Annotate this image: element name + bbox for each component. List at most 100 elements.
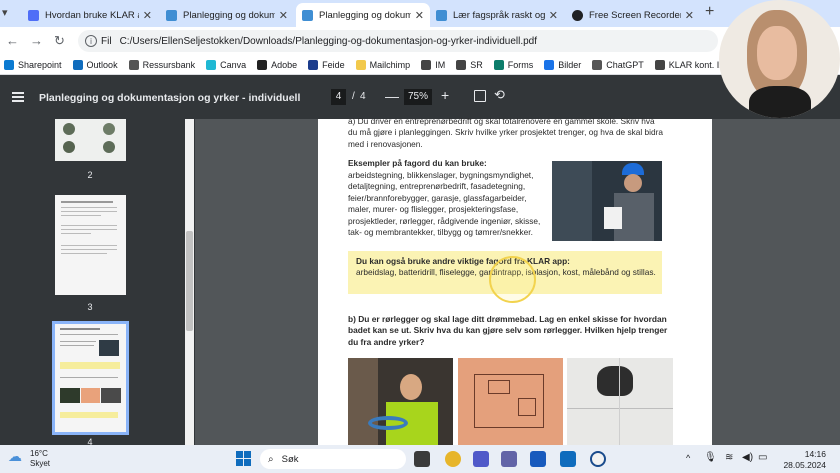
reload-icon[interactable]: ↻	[54, 33, 65, 49]
bookmark-item[interactable]: Sharepoint	[4, 59, 62, 70]
bookmark-item[interactable]: Outlook	[72, 59, 118, 70]
bookmark-label: Adobe	[271, 59, 298, 70]
sketch-photo	[458, 358, 563, 445]
bookmark-favicon-icon	[257, 59, 268, 70]
task-b-text: b) Du er rørlegger og skal lage ditt drø…	[348, 314, 668, 347]
bookmark-item[interactable]: Feide	[308, 59, 345, 70]
bookmark-label: ChatGPT	[606, 59, 644, 70]
url-text[interactable]: C:/Users/EllenSeljestokken/Downloads/Pla…	[120, 36, 537, 47]
chrome-icon[interactable]	[445, 451, 461, 467]
bookmark-item[interactable]: Adobe	[257, 59, 298, 70]
tab-title: Hvordan bruke KLAR app	[45, 9, 139, 21]
plumber-photo	[348, 358, 453, 445]
zoom-out-button[interactable]: —	[385, 88, 399, 104]
bookmark-favicon-icon	[128, 59, 139, 70]
bookmark-favicon-icon	[355, 59, 366, 70]
bookmark-item[interactable]: Bilder	[544, 59, 582, 70]
microphone-icon[interactable]: 🎙	[704, 452, 717, 463]
tab-fagsprak[interactable]: Lær fagspråk raskt og en ✕	[430, 3, 564, 27]
close-icon[interactable]: ✕	[685, 9, 694, 22]
bookmark-item[interactable]: Canva	[206, 59, 247, 70]
thumbnail-label: 2	[87, 170, 93, 180]
weather-desc: Skyet	[30, 459, 51, 468]
tab-title: Planlegging og dokumen	[319, 9, 411, 21]
weather-widget[interactable]: ☁ 16°C Skyet	[8, 449, 50, 469]
cloud-icon: ☁	[8, 448, 22, 464]
bookmark-favicon-icon	[493, 59, 504, 70]
bookmark-favicon-icon	[654, 59, 665, 70]
new-tab-button[interactable]: +	[705, 3, 714, 21]
bookmark-label: IM	[435, 59, 446, 70]
bookmark-favicon-icon	[592, 59, 603, 70]
sidebar-scrollbar[interactable]	[185, 119, 194, 445]
bookmark-label: Canva	[220, 59, 247, 70]
address-bar[interactable]: i Fil C:/Users/EllenSeljestokken/Downloa…	[78, 30, 718, 52]
taskbar-search[interactable]: ⌕ Søk	[260, 449, 406, 469]
chevron-up-icon[interactable]: ^	[686, 453, 690, 463]
zoom-in-button[interactable]: +	[441, 87, 449, 103]
close-icon[interactable]: ✕	[549, 9, 558, 22]
tab-favicon-icon	[166, 9, 177, 21]
thumbnail-page-2[interactable]	[55, 119, 126, 161]
worker-photo	[552, 161, 662, 241]
page-separator: /	[352, 91, 355, 102]
bookmark-item[interactable]: ChatGPT	[592, 59, 644, 70]
task-view-icon[interactable]	[414, 451, 430, 467]
document-title: Planlegging og dokumentasjon og yrker - …	[39, 92, 301, 104]
bookmark-item[interactable]: SR	[456, 59, 483, 70]
bookmark-label: Bilder	[558, 59, 582, 70]
tab-favicon-icon	[436, 9, 447, 21]
scheme-label: Fil	[101, 35, 112, 47]
bookmark-label: Ressursbank	[142, 59, 196, 70]
task-a-text: a) Du driver en entreprenørbedrift og sk…	[348, 116, 663, 149]
weather-temp: 16°C	[30, 449, 48, 458]
thumbnail-page-4-selected[interactable]	[52, 321, 129, 435]
zoom-input[interactable]: 75%	[404, 89, 432, 105]
start-icon[interactable]	[236, 451, 252, 467]
bookmarks-bar: Sharepoint Outlook Ressursbank Canva Adobe Fe…	[0, 55, 840, 75]
pdf-toolbar: Planlegging og dokumentasjon og yrker - …	[0, 75, 840, 119]
bookmark-item[interactable]: Mailchimp	[355, 59, 411, 70]
outlook-icon[interactable]	[560, 451, 576, 467]
screen-recorder-icon[interactable]	[590, 451, 606, 467]
bookmark-label: Mailchimp	[369, 59, 411, 70]
close-icon[interactable]: ✕	[143, 9, 152, 22]
bookmark-label: Forms	[507, 59, 534, 70]
browser-toolbar: ← → ↻ i Fil C:/Users/EllenSeljestokken/D…	[0, 27, 840, 55]
tab-planlegging-1[interactable]: Planlegging og dokumen ✕	[160, 3, 294, 27]
tab-planlegging-active[interactable]: Planlegging og dokumen ✕	[296, 3, 430, 27]
tab-search-icon[interactable]: ▾	[2, 6, 8, 19]
fit-page-icon[interactable]	[474, 90, 486, 102]
back-icon[interactable]: ←	[6, 33, 19, 48]
forward-icon[interactable]: →	[30, 33, 43, 48]
bookmark-favicon-icon	[456, 59, 467, 70]
thumbnail-sidebar: 2 3 4	[0, 119, 195, 447]
close-icon[interactable]: ✕	[279, 9, 288, 22]
tab-title: Planlegging og dokumen	[183, 9, 275, 21]
bookmark-item[interactable]: Forms	[493, 59, 534, 70]
battery-icon[interactable]: ▭	[758, 452, 767, 463]
close-icon[interactable]: ✕	[415, 9, 424, 22]
clock[interactable]: 14:16 28.05.2024	[783, 449, 826, 471]
teams-icon[interactable]	[473, 451, 489, 467]
word-icon[interactable]	[530, 451, 546, 467]
tiling-photo	[567, 358, 673, 445]
teams-icon[interactable]	[501, 451, 517, 467]
rotate-icon[interactable]: ⟲	[494, 87, 505, 103]
bookmark-item[interactable]: Ressursbank	[128, 59, 196, 70]
bookmark-label: Feide	[322, 59, 345, 70]
tab-klar-app[interactable]: Hvordan bruke KLAR app ✕	[22, 3, 158, 27]
page-number-input[interactable]: 4	[331, 89, 346, 105]
bookmark-label: Sharepoint	[18, 59, 62, 70]
bookmark-favicon-icon	[421, 59, 432, 70]
bookmark-item[interactable]: IM	[421, 59, 446, 70]
menu-icon[interactable]	[12, 92, 24, 102]
info-icon[interactable]: i	[85, 35, 97, 47]
tab-title: Free Screen Recorder fo	[589, 9, 681, 21]
cursor-highlight	[489, 256, 536, 303]
bookmark-favicon-icon	[4, 59, 14, 70]
volume-icon[interactable]: ◀)	[742, 452, 753, 463]
thumbnail-page-3[interactable]	[55, 195, 126, 295]
wifi-icon[interactable]: ≋	[725, 452, 733, 463]
tab-screen-recorder[interactable]: Free Screen Recorder fo ✕	[566, 3, 700, 27]
